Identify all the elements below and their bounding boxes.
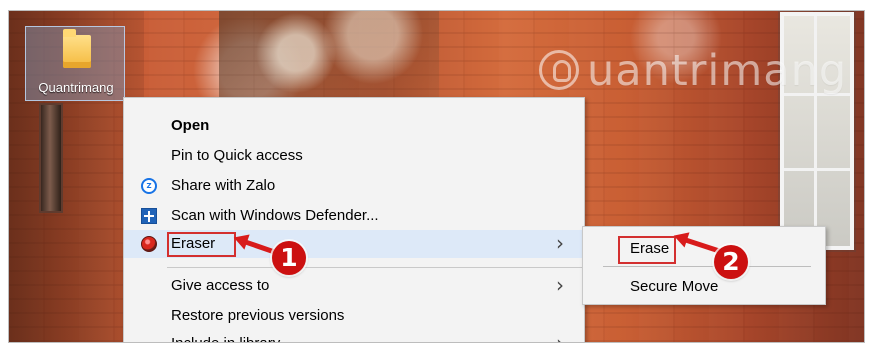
menu-item-label: Include in library	[171, 335, 280, 342]
eraser-icon	[141, 236, 157, 252]
watermark-text: uantrimang	[587, 46, 848, 96]
menu-item-label: Scan with Windows Defender...	[171, 207, 379, 224]
zalo-icon: Z	[141, 178, 157, 194]
menu-item-share-zalo[interactable]: Z Share with Zalo	[124, 172, 584, 200]
callout-badge-2: 2	[714, 245, 748, 279]
menu-item-open[interactable]: Open	[124, 112, 584, 140]
context-menu: Open Pin to Quick access Z Share with Za…	[123, 97, 585, 343]
menu-item-label: Eraser	[171, 235, 216, 252]
desktop-folder-quantrimang[interactable]: Quantrimang	[25, 26, 125, 101]
watermark: uantrimang	[539, 41, 864, 101]
callout-badge-1: 1	[272, 241, 306, 275]
menu-item-give-access[interactable]: Give access to ›	[124, 272, 584, 300]
submenu-item-erase[interactable]: Erase	[583, 233, 825, 265]
desktop-folder-label: Quantrimang	[38, 80, 114, 95]
menu-item-eraser[interactable]: Eraser ›	[124, 230, 584, 258]
menu-item-label: Open	[171, 117, 210, 134]
menu-item-label: Restore previous versions	[171, 307, 345, 324]
chevron-right-icon: ›	[556, 231, 564, 255]
eraser-submenu: Erase Secure Move	[582, 226, 826, 305]
screenshot-frame: uantrimang Quantrimang Open Pin to Quick…	[8, 10, 865, 343]
submenu-item-secure-move[interactable]: Secure Move	[583, 271, 825, 303]
menu-item-label: Share with Zalo	[171, 177, 276, 194]
submenu-item-label: Secure Move	[630, 278, 719, 295]
chevron-right-icon: ›	[556, 331, 564, 343]
background-window-left	[39, 103, 63, 213]
menu-item-label: Give access to	[171, 277, 270, 294]
submenu-separator	[603, 266, 811, 267]
menu-item-include-library[interactable]: Include in library ›	[124, 330, 584, 343]
menu-item-restore-previous-versions[interactable]: Restore previous versions	[124, 302, 584, 330]
menu-item-pin-quick-access[interactable]: Pin to Quick access	[124, 142, 584, 170]
menu-item-label: Pin to Quick access	[171, 147, 303, 164]
folder-icon	[63, 29, 91, 68]
submenu-item-label: Erase	[630, 240, 670, 257]
windows-defender-icon	[141, 208, 157, 224]
lightbulb-icon	[539, 50, 579, 90]
menu-separator	[167, 267, 582, 268]
chevron-right-icon: ›	[556, 273, 564, 297]
menu-item-windows-defender[interactable]: Scan with Windows Defender...	[124, 202, 584, 230]
